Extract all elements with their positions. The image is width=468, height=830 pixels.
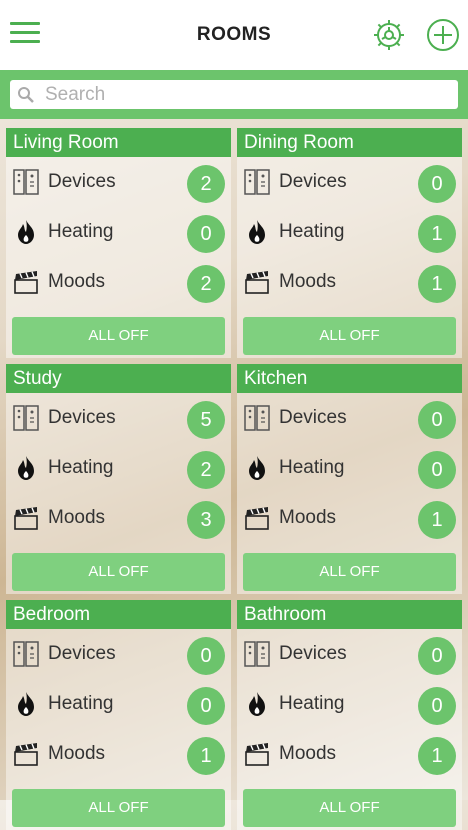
all-off-button[interactable]: ALL OFF bbox=[12, 553, 225, 591]
moods-count-badge: 2 bbox=[187, 265, 225, 303]
devices-icon bbox=[13, 169, 39, 195]
heating-label: Heating bbox=[48, 221, 114, 242]
devices-row[interactable]: Devices 2 bbox=[6, 157, 231, 207]
search-box[interactable] bbox=[10, 80, 458, 109]
all-off-button[interactable]: ALL OFF bbox=[12, 317, 225, 355]
flame-icon bbox=[249, 456, 265, 480]
room-card[interactable]: Dining Room Devices 0 Heating 1 Moods 1 … bbox=[237, 128, 462, 358]
moods-row[interactable]: Moods 1 bbox=[237, 257, 462, 307]
devices-row[interactable]: Devices 0 bbox=[237, 629, 462, 679]
moods-row[interactable]: Moods 1 bbox=[237, 729, 462, 779]
room-name: Bedroom bbox=[6, 600, 231, 629]
moods-label: Moods bbox=[279, 743, 337, 764]
clapperboard-icon bbox=[245, 743, 269, 766]
clapperboard-icon bbox=[245, 507, 269, 530]
search-icon bbox=[18, 86, 34, 103]
all-off-button[interactable]: ALL OFF bbox=[243, 789, 456, 827]
devices-icon bbox=[13, 405, 39, 431]
devices-count-badge: 0 bbox=[418, 165, 456, 203]
devices-count-badge: 0 bbox=[187, 637, 225, 675]
moods-row[interactable]: Moods 3 bbox=[6, 493, 231, 543]
heating-count-badge: 2 bbox=[187, 451, 225, 489]
devices-row[interactable]: Devices 0 bbox=[237, 157, 462, 207]
devices-icon bbox=[244, 169, 270, 195]
heating-row[interactable]: Heating 0 bbox=[6, 207, 231, 257]
heating-count-badge: 0 bbox=[418, 687, 456, 725]
room-card[interactable]: Living Room Devices 2 Heating 0 Moods 2 … bbox=[6, 128, 231, 358]
moods-label: Moods bbox=[279, 507, 337, 528]
clapperboard-icon bbox=[14, 743, 38, 766]
search-bar bbox=[0, 73, 468, 119]
heating-row[interactable]: Heating 0 bbox=[237, 443, 462, 493]
moods-label: Moods bbox=[48, 743, 106, 764]
moods-count-badge: 1 bbox=[187, 737, 225, 775]
all-off-button[interactable]: ALL OFF bbox=[243, 317, 456, 355]
devices-label: Devices bbox=[279, 171, 347, 192]
room-card[interactable]: Bathroom Devices 0 Heating 0 Moods 1 ALL… bbox=[237, 600, 462, 830]
devices-icon bbox=[13, 641, 39, 667]
room-card[interactable]: Kitchen Devices 0 Heating 0 Moods 1 ALL … bbox=[237, 364, 462, 594]
moods-row[interactable]: Moods 1 bbox=[237, 493, 462, 543]
top-bar: ROOMS bbox=[0, 0, 468, 73]
room-card[interactable]: Bedroom Devices 0 Heating 0 Moods 1 ALL … bbox=[6, 600, 231, 830]
devices-row[interactable]: Devices 0 bbox=[237, 393, 462, 443]
heating-label: Heating bbox=[48, 457, 114, 478]
search-input[interactable] bbox=[43, 82, 447, 107]
devices-label: Devices bbox=[279, 643, 347, 664]
all-off-button[interactable]: ALL OFF bbox=[12, 789, 225, 827]
room-name: Bathroom bbox=[237, 600, 462, 629]
moods-row[interactable]: Moods 1 bbox=[6, 729, 231, 779]
heating-row[interactable]: Heating 0 bbox=[6, 679, 231, 729]
devices-row[interactable]: Devices 0 bbox=[6, 629, 231, 679]
heating-row[interactable]: Heating 0 bbox=[237, 679, 462, 729]
heating-label: Heating bbox=[48, 693, 114, 714]
flame-icon bbox=[18, 456, 34, 480]
moods-label: Moods bbox=[48, 507, 106, 528]
plus-circle-icon[interactable] bbox=[426, 18, 460, 52]
room-name: Living Room bbox=[6, 128, 231, 157]
moods-label: Moods bbox=[279, 271, 337, 292]
heating-count-badge: 0 bbox=[187, 687, 225, 725]
clapperboard-icon bbox=[14, 271, 38, 294]
devices-label: Devices bbox=[48, 171, 116, 192]
devices-label: Devices bbox=[48, 407, 116, 428]
devices-count-badge: 0 bbox=[418, 401, 456, 439]
moods-label: Moods bbox=[48, 271, 106, 292]
devices-count-badge: 5 bbox=[187, 401, 225, 439]
moods-row[interactable]: Moods 2 bbox=[6, 257, 231, 307]
heating-count-badge: 0 bbox=[187, 215, 225, 253]
clapperboard-icon bbox=[14, 507, 38, 530]
heating-row[interactable]: Heating 2 bbox=[6, 443, 231, 493]
room-name: Kitchen bbox=[237, 364, 462, 393]
heating-row[interactable]: Heating 1 bbox=[237, 207, 462, 257]
heating-label: Heating bbox=[279, 693, 345, 714]
flame-icon bbox=[18, 692, 34, 716]
room-name: Dining Room bbox=[237, 128, 462, 157]
gear-icon[interactable] bbox=[372, 18, 406, 52]
moods-count-badge: 1 bbox=[418, 501, 456, 539]
moods-count-badge: 1 bbox=[418, 737, 456, 775]
flame-icon bbox=[249, 692, 265, 716]
flame-icon bbox=[18, 220, 34, 244]
devices-label: Devices bbox=[279, 407, 347, 428]
devices-icon bbox=[244, 641, 270, 667]
devices-label: Devices bbox=[48, 643, 116, 664]
devices-count-badge: 0 bbox=[418, 637, 456, 675]
devices-icon bbox=[244, 405, 270, 431]
all-off-button[interactable]: ALL OFF bbox=[243, 553, 456, 591]
room-name: Study bbox=[6, 364, 231, 393]
heating-label: Heating bbox=[279, 457, 345, 478]
heating-count-badge: 0 bbox=[418, 451, 456, 489]
moods-count-badge: 3 bbox=[187, 501, 225, 539]
room-card[interactable]: Study Devices 5 Heating 2 Moods 3 ALL OF… bbox=[6, 364, 231, 594]
heating-count-badge: 1 bbox=[418, 215, 456, 253]
clapperboard-icon bbox=[245, 271, 269, 294]
devices-count-badge: 2 bbox=[187, 165, 225, 203]
flame-icon bbox=[249, 220, 265, 244]
devices-row[interactable]: Devices 5 bbox=[6, 393, 231, 443]
heating-label: Heating bbox=[279, 221, 345, 242]
moods-count-badge: 1 bbox=[418, 265, 456, 303]
